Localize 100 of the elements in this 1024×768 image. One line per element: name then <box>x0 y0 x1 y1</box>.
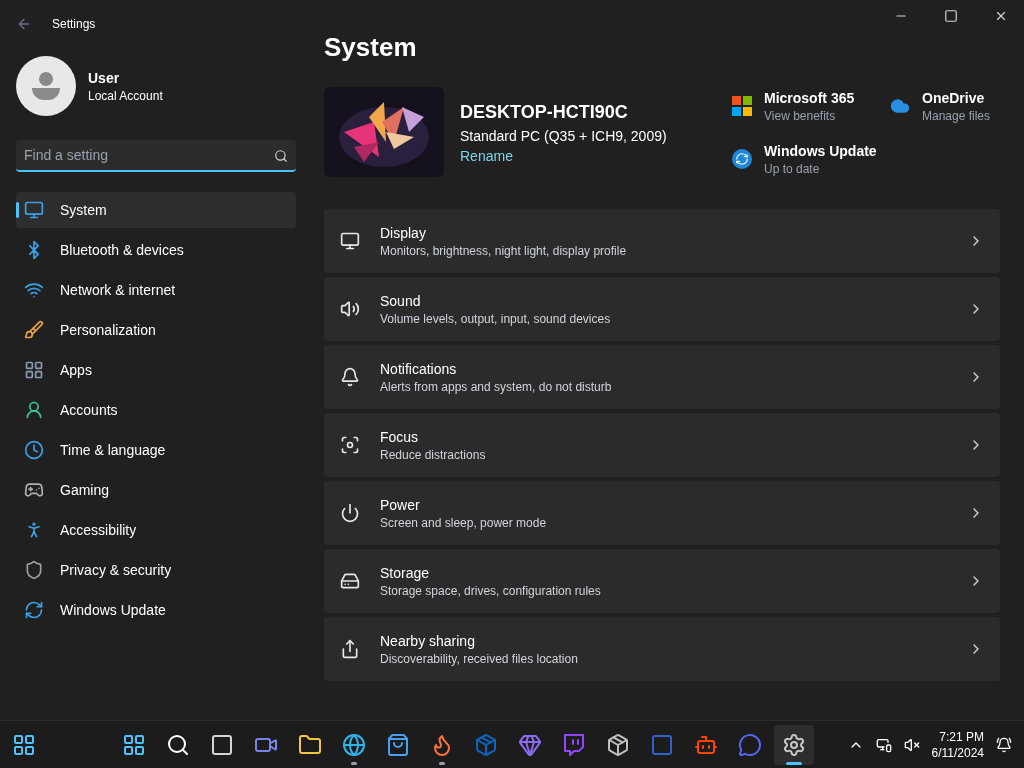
window-title: Settings <box>52 16 96 32</box>
restore-icon[interactable] <box>944 9 958 23</box>
card-title: Storage <box>380 564 431 583</box>
start-icon <box>121 732 146 757</box>
link-subtitle: Up to date <box>764 160 821 177</box>
folder-icon <box>297 732 322 757</box>
notification-bell-icon[interactable] <box>996 736 1012 753</box>
nav-label: Personalization <box>60 321 156 340</box>
nav-item[interactable]: Windows Update <box>16 592 296 628</box>
running-indicator <box>785 761 802 765</box>
settings-card[interactable]: Notifications Alerts from apps and system, do not disturb <box>324 345 1000 409</box>
settings-card[interactable]: Display Monitors, brightness, night light, display profile <box>324 209 1000 273</box>
wifi-icon <box>24 280 44 300</box>
back-icon[interactable] <box>16 16 32 32</box>
network-icon[interactable] <box>875 736 892 753</box>
nav-item[interactable]: Time & language <box>16 432 296 468</box>
bell-icon <box>340 367 360 387</box>
clock-time[interactable]: 7:21 PM <box>939 728 984 745</box>
nav-label: Privacy & security <box>60 561 172 580</box>
nav-item[interactable]: Network & internet <box>16 272 296 308</box>
card-subtitle: Discoverability, received files location <box>380 651 579 667</box>
nav-label: Accessibility <box>60 521 137 540</box>
nav-item[interactable]: System <box>16 192 296 228</box>
brush-icon <box>24 320 44 340</box>
card-title: Sound <box>380 292 422 311</box>
gem-icon <box>517 732 542 757</box>
windows-squares-icon <box>732 95 752 116</box>
widgets-icon[interactable] <box>12 732 36 757</box>
nav-item[interactable]: Personalization <box>16 312 296 348</box>
settings-card[interactable]: Nearby sharing Discoverability, received files location <box>324 617 1000 681</box>
settings-card[interactable]: Sound Volume levels, output, input, sound devices <box>324 277 1000 341</box>
account-type: Local Account <box>88 88 163 104</box>
card-title: Nearby sharing <box>380 632 476 651</box>
card-subtitle: Monitors, brightness, night light, display profile <box>380 243 628 259</box>
selection-indicator <box>16 202 19 218</box>
nav-label: Network & internet <box>60 281 176 300</box>
nav-item[interactable]: Privacy & security <box>16 552 296 588</box>
card-title: Display <box>380 224 427 243</box>
gear-icon <box>781 732 806 757</box>
search-icon <box>165 732 190 757</box>
nav-label: Bluetooth & devices <box>60 241 184 260</box>
device-name: DESKTOP-HCTI90C <box>460 101 629 124</box>
taskbar-app[interactable] <box>773 724 814 765</box>
card-subtitle: Reduce distractions <box>380 447 487 463</box>
nav-item[interactable]: Accessibility <box>16 512 296 548</box>
device-model: Standard PC (Q35 + ICH9, 2009) <box>460 127 667 146</box>
clock-date[interactable]: 6/11/2024 <box>931 744 984 761</box>
nav-item[interactable]: Bluetooth & devices <box>16 232 296 268</box>
nav-label: Windows Update <box>60 601 166 620</box>
card-subtitle: Screen and sleep, power mode <box>380 515 548 531</box>
card-title: Notifications <box>380 360 458 379</box>
nav-label: Gaming <box>60 481 110 500</box>
user-name: User <box>88 69 121 88</box>
card-subtitle: Volume levels, output, input, sound devices <box>380 311 612 327</box>
search-icon[interactable] <box>274 149 288 163</box>
muted-speaker-icon[interactable] <box>903 736 920 753</box>
settings-card[interactable]: Storage Storage space, drives, configuration rules <box>324 549 1000 613</box>
share-icon <box>340 639 360 659</box>
nav-label: System <box>60 201 107 220</box>
nav-item[interactable]: Gaming <box>16 472 296 508</box>
gamepad-icon <box>24 480 44 500</box>
twitch-icon <box>561 732 586 757</box>
refresh-icon <box>732 148 752 169</box>
refresh-icon <box>24 600 44 620</box>
rename-link[interactable]: Rename <box>460 146 667 166</box>
running-indicator <box>438 761 445 765</box>
close-icon[interactable] <box>994 9 1008 23</box>
nav-label: Accounts <box>60 401 118 420</box>
focus-icon <box>340 435 360 455</box>
card-subtitle: Alerts from apps and system, do not disturb <box>380 379 613 395</box>
link-title[interactable]: OneDrive <box>922 87 991 108</box>
store-bag-icon <box>385 732 410 757</box>
card-subtitle: Storage space, drives, configuration rules <box>380 583 602 599</box>
browser-icon <box>341 732 366 757</box>
page-title: System <box>324 31 418 64</box>
avatar <box>16 56 76 116</box>
shield-icon <box>24 560 44 580</box>
nav-label: Time & language <box>60 441 166 460</box>
drive-icon <box>340 571 360 591</box>
search-field[interactable]: Find a setting <box>16 140 296 172</box>
person-icon <box>24 400 44 420</box>
box-icon <box>605 732 630 757</box>
task-view-icon <box>209 732 234 757</box>
apps-grid-icon <box>24 360 44 380</box>
link-title[interactable]: Windows Update <box>764 140 877 161</box>
nav-label: Apps <box>60 361 92 380</box>
speaker-icon <box>340 299 360 319</box>
chat-bubble-icon <box>737 732 762 757</box>
link-subtitle: Manage files <box>922 107 991 124</box>
monitor-icon <box>24 200 44 220</box>
running-indicator <box>350 761 357 765</box>
card-title: Focus <box>380 428 420 447</box>
nav-item[interactable]: Accounts <box>16 392 296 428</box>
nav-item[interactable]: Apps <box>16 352 296 388</box>
square-app-icon <box>649 732 674 757</box>
link-subtitle: View benefits <box>764 107 837 124</box>
link-title[interactable]: Microsoft 365 <box>764 87 855 108</box>
settings-card[interactable]: Focus Reduce distractions <box>324 413 1000 477</box>
settings-card[interactable]: Power Screen and sleep, power mode <box>324 481 1000 545</box>
power-icon <box>340 503 360 523</box>
